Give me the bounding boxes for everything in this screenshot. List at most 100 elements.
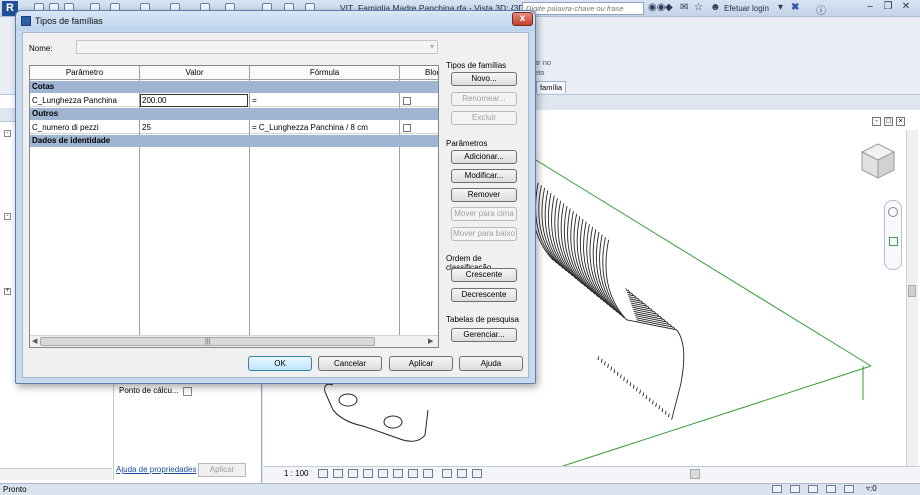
ok-button[interactable]: OK (248, 356, 312, 371)
view-scale[interactable]: 1 : 100 (284, 469, 308, 478)
analytical-model-icon[interactable] (472, 469, 482, 478)
cancel-button[interactable]: Cancelar (318, 356, 382, 371)
viewport-hscroll-thumb[interactable] (690, 469, 700, 479)
delete-type-button[interactable]: Excluir (451, 111, 517, 125)
table-row[interactable]: C_Lunghezza Panchina 200.00 = (30, 94, 438, 107)
tree-expand-icon[interactable]: - (4, 130, 11, 137)
view-close-icon[interactable]: × (896, 117, 905, 126)
move-down-button[interactable]: Mover para baixo (451, 227, 517, 241)
favorites-icon[interactable]: ☆ (694, 2, 703, 13)
zoom-icon[interactable] (889, 237, 898, 246)
lookup-tables-label: Tabelas de pesquisa (446, 315, 519, 324)
shadows-icon[interactable] (363, 469, 373, 478)
table-row[interactable]: C_numero di pezzi 25 = C_Lunghezza Panch… (30, 121, 438, 134)
crop-icon[interactable] (393, 469, 403, 478)
sun-path-icon[interactable] (348, 469, 358, 478)
family-types-dialog: Tipos de famílias x Nome: ▾ Parâmetro Va… (15, 10, 536, 384)
dialog-title: Tipos de famílias (35, 16, 103, 26)
filter-count[interactable]: ▿:0 (866, 484, 877, 493)
dialog-titlebar[interactable]: Tipos de famílias x (16, 11, 535, 31)
worksets-icon[interactable] (772, 485, 782, 493)
rename-type-button[interactable]: Renomear... (451, 92, 517, 106)
column-header-lock[interactable]: Bloq (400, 66, 438, 80)
viewcube-icon[interactable] (856, 140, 900, 184)
formula-cell[interactable]: = C_Lunghezza Panchina / 8 cm (250, 121, 400, 134)
status-bar (0, 483, 920, 495)
help-icon[interactable]: ⓘ (816, 2, 826, 17)
scroll-right-icon[interactable]: ▶ (428, 337, 433, 345)
subscription-icon[interactable]: ◆ (665, 2, 673, 13)
group-row-identity[interactable]: Dados de identidade (30, 135, 438, 147)
move-up-button[interactable]: Mover para cima (451, 207, 517, 221)
name-dropdown[interactable]: ▾ (76, 40, 438, 54)
reveal-hidden-icon[interactable] (457, 469, 467, 478)
select-underlay-icon[interactable] (826, 485, 836, 493)
minimize-icon[interactable]: – (862, 1, 878, 13)
view-minimize-icon[interactable]: - (872, 117, 881, 126)
crop-region-icon[interactable] (408, 469, 418, 478)
add-parameter-button[interactable]: Adicionar... (451, 150, 517, 164)
select-links-icon[interactable] (808, 485, 818, 493)
modify-parameter-button[interactable]: Modificar... (451, 169, 517, 183)
search-input[interactable]: Digite palavra-chave ou frase (522, 2, 644, 15)
scroll-left-icon[interactable]: ◀ (32, 337, 37, 345)
chevron-down-icon: ▾ (429, 42, 434, 51)
close-app-icon[interactable]: ✕ (898, 1, 914, 13)
visual-style-icon[interactable] (333, 469, 343, 478)
property-checkbox[interactable] (183, 387, 192, 396)
group-row-outros[interactable]: Outros (30, 108, 438, 120)
communication-icon[interactable]: ✉ (680, 2, 688, 13)
value-cell[interactable]: 25 (140, 121, 250, 134)
dialog-body: Nome: ▾ Parâmetro Valor Fórmula Bloq Cot… (22, 32, 529, 378)
grid-horizontal-scrollbar[interactable]: ◀ ||| ▶ (30, 335, 438, 347)
descending-button[interactable]: Decrescente (451, 288, 517, 302)
column-header-value[interactable]: Valor (140, 66, 250, 80)
grip-icon: ||| (205, 338, 211, 345)
navigation-bar[interactable] (884, 200, 902, 270)
user-icon[interactable]: ☻ (710, 2, 721, 13)
design-options-icon[interactable] (790, 485, 800, 493)
parameters-grid: Parâmetro Valor Fórmula Bloq Cotas C_Lun… (29, 65, 439, 348)
dropdown-icon[interactable]: ▾ (778, 2, 783, 13)
apply-button[interactable]: Aplicar (389, 356, 453, 371)
lock-view-icon[interactable] (423, 469, 433, 478)
filter-count-value: :0 (870, 484, 877, 493)
grid-scroll-thumb[interactable]: ||| (40, 337, 375, 346)
hide-isolate-icon[interactable] (442, 469, 452, 478)
browser-scrollbar[interactable] (0, 468, 112, 480)
viewport-vertical-scrollbar[interactable] (906, 130, 918, 470)
bench-end-profile (324, 383, 429, 442)
grid-header: Parâmetro Valor Fórmula Bloq (30, 66, 438, 80)
column-header-formula[interactable]: Fórmula (250, 66, 400, 80)
lock-checkbox[interactable] (403, 124, 411, 132)
remove-parameter-button[interactable]: Remover (451, 188, 517, 202)
login-button[interactable]: Efetuar login (724, 4, 769, 13)
tree-expand-icon[interactable]: + (4, 288, 11, 295)
ribbon-tab-family[interactable]: família (536, 81, 566, 93)
viewport-scroll-thumb[interactable] (908, 285, 916, 297)
formula-cell[interactable]: = (250, 94, 400, 107)
column-header-parameter[interactable]: Parâmetro (30, 66, 140, 80)
tree-expand-icon[interactable]: - (4, 213, 11, 220)
parameter-name: C_Lunghezza Panchina (30, 94, 140, 107)
ascending-button[interactable]: Crescente (451, 268, 517, 282)
render-icon[interactable] (378, 469, 388, 478)
restore-icon[interactable]: ❐ (880, 1, 896, 13)
view-restore-icon[interactable]: □ (884, 117, 893, 126)
properties-apply-button[interactable]: Aplicar (198, 463, 246, 477)
close-button[interactable]: x (512, 12, 533, 26)
help-button[interactable]: Ajuda (459, 356, 523, 371)
value-input[interactable]: 200.00 (140, 94, 248, 107)
new-type-button[interactable]: Novo... (451, 72, 517, 86)
binoculars-icon[interactable]: ◉◉ (648, 2, 665, 13)
properties-help-link[interactable]: Ajuda de propriedades (116, 465, 197, 474)
detail-level-icon[interactable] (318, 469, 328, 478)
family-types-label: Tipos de famílias (446, 61, 507, 70)
bench-slats (531, 179, 685, 420)
steering-wheel-icon[interactable] (888, 207, 898, 217)
group-row-cotas[interactable]: Cotas (30, 81, 438, 93)
select-pinned-icon[interactable] (844, 485, 854, 493)
exchange-apps-icon[interactable]: ✖ (791, 2, 799, 13)
manage-lookup-button[interactable]: Gerenciar... (451, 328, 517, 342)
lock-checkbox[interactable] (403, 97, 411, 105)
